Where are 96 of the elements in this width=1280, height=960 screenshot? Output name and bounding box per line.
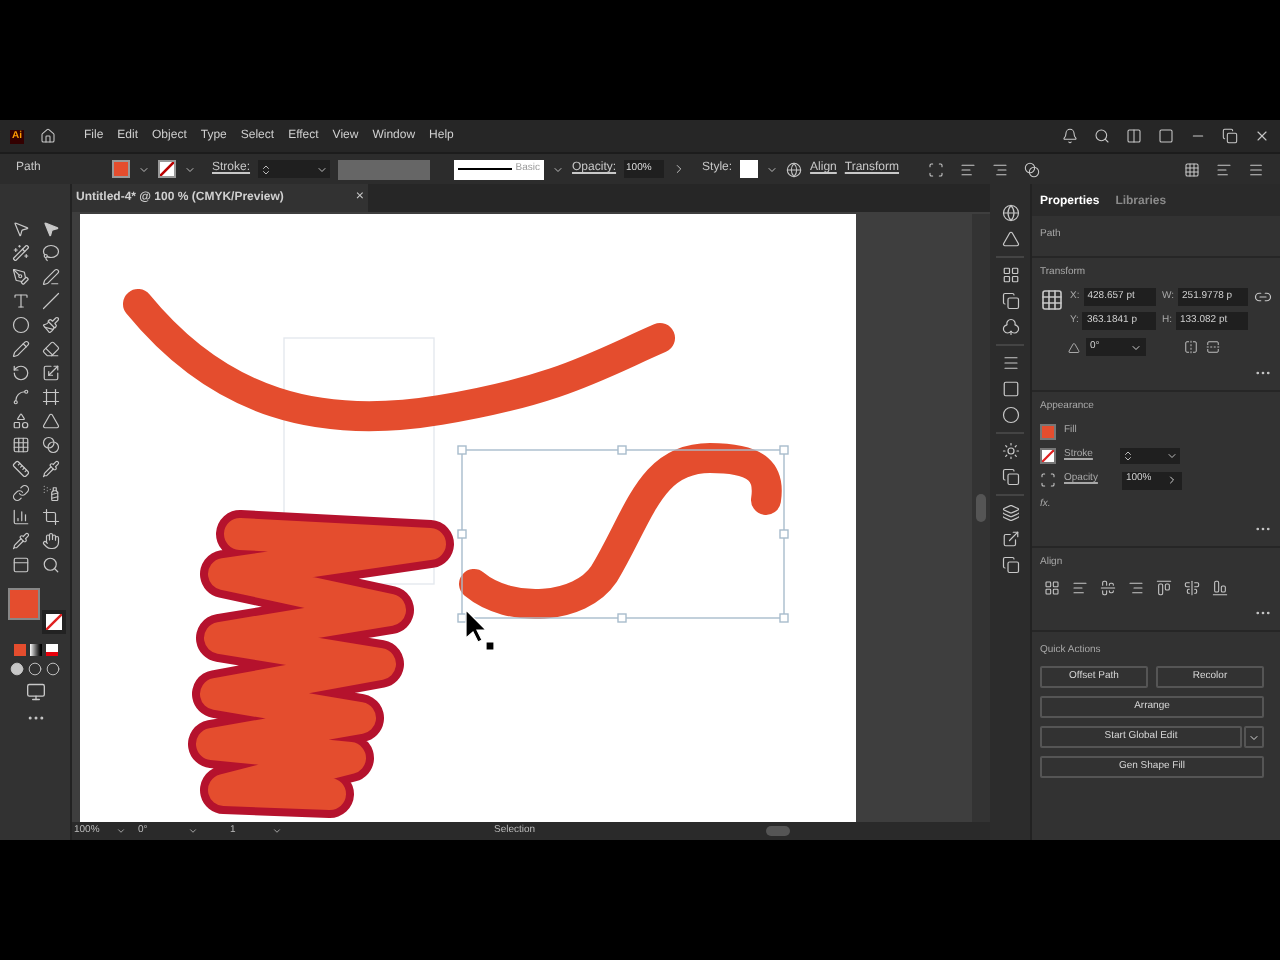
- stroke-weight-field[interactable]: [1120, 447, 1181, 463]
- layout-icon[interactable]: [1126, 128, 1142, 144]
- flip-vertical-icon[interactable]: [1206, 340, 1220, 354]
- triangle-icon[interactable]: [41, 412, 59, 430]
- arrange-icon[interactable]: [1216, 161, 1232, 177]
- pen-line-icon[interactable]: [41, 268, 59, 286]
- club-icon[interactable]: [1001, 318, 1019, 336]
- caret-icon: [272, 826, 282, 836]
- filled-pointer-icon[interactable]: [41, 220, 59, 238]
- blend-icon[interactable]: [41, 436, 59, 454]
- align-right-icon[interactable]: [1128, 579, 1144, 595]
- stroke-swatch[interactable]: [1040, 447, 1056, 463]
- sun-icon[interactable]: [1001, 442, 1019, 460]
- magic-wand-icon[interactable]: [11, 244, 29, 262]
- screen-mode-icon[interactable]: [25, 682, 45, 702]
- spline-icon[interactable]: [11, 388, 29, 406]
- reference-point-icon[interactable]: [1040, 288, 1064, 312]
- chevron-right-icon: [1165, 474, 1178, 486]
- search-icon[interactable]: [1094, 128, 1110, 144]
- fill-swatch[interactable]: [7, 588, 39, 620]
- horizontal-scrollbar[interactable]: [766, 826, 790, 836]
- globe-icon[interactable]: [1001, 204, 1019, 222]
- variable-width-field[interactable]: [338, 159, 431, 179]
- none-swatch[interactable]: [45, 644, 57, 656]
- chevron-right-icon[interactable]: [672, 162, 687, 176]
- pipette-icon[interactable]: [11, 532, 29, 550]
- angle-icon[interactable]: [1068, 341, 1080, 353]
- style-swatch[interactable]: [740, 160, 759, 178]
- flip-horizontal-icon[interactable]: [1184, 340, 1198, 354]
- align-middle-icon[interactable]: [1184, 579, 1200, 595]
- align-icon[interactable]: [959, 161, 976, 177]
- lasso-icon[interactable]: [41, 244, 59, 262]
- color-swatch[interactable]: [13, 644, 25, 656]
- caret-icon: [766, 163, 779, 175]
- grid-icon[interactable]: [1001, 266, 1019, 284]
- ruler-icon[interactable]: [11, 460, 29, 478]
- fill-swatch[interactable]: [1040, 423, 1056, 439]
- caret-icon: [116, 826, 126, 836]
- caret-icon: [316, 163, 329, 175]
- bell-icon[interactable]: [1062, 128, 1078, 144]
- distribute-icon[interactable]: [991, 161, 1008, 177]
- stroke-weight-field[interactable]: [258, 160, 331, 178]
- align-left-icon[interactable]: [1072, 579, 1088, 595]
- globe-icon[interactable]: [786, 161, 803, 177]
- align-bottom-icon[interactable]: [1212, 579, 1228, 595]
- hand-icon[interactable]: [41, 532, 59, 550]
- caret-icon: [188, 826, 198, 836]
- grid-icon[interactable]: [1184, 161, 1200, 177]
- lines-icon[interactable]: [1001, 354, 1019, 372]
- circles-icon[interactable]: [1001, 406, 1019, 424]
- pencil-icon[interactable]: [11, 340, 29, 358]
- eraser-icon[interactable]: [41, 340, 59, 358]
- shapes-icon[interactable]: [11, 412, 29, 430]
- gradient-swatch[interactable]: [29, 644, 41, 656]
- crop-icon[interactable]: [41, 508, 59, 526]
- copy-icon[interactable]: [1001, 556, 1019, 574]
- export-icon[interactable]: [1001, 530, 1019, 548]
- grid-icon[interactable]: [11, 436, 29, 454]
- caret-icon: [552, 163, 565, 175]
- fill-swatch[interactable]: [112, 160, 130, 178]
- restore-icon[interactable]: [1222, 128, 1238, 144]
- square-icon[interactable]: [1001, 380, 1019, 398]
- caret-icon: [1130, 341, 1142, 353]
- home-icon[interactable]: [40, 128, 56, 144]
- align-top-icon[interactable]: [1156, 579, 1172, 595]
- search-icon[interactable]: [41, 556, 59, 574]
- ellipse-icon[interactable]: [11, 316, 29, 334]
- pen-icon[interactable]: [11, 268, 29, 286]
- mouse-cursor-icon: [465, 608, 495, 651]
- eyedropper-icon[interactable]: [41, 460, 59, 478]
- caret-icon: [138, 163, 150, 175]
- scale-icon[interactable]: [41, 364, 59, 382]
- copy-icon[interactable]: [1001, 292, 1019, 310]
- stroke-swatch[interactable]: [158, 160, 176, 178]
- link-icon[interactable]: [1254, 288, 1272, 306]
- caret-icon: [1248, 731, 1260, 743]
- stroke-swatch[interactable]: [41, 610, 65, 634]
- pointer-arrow-icon[interactable]: [11, 220, 29, 238]
- line-icon[interactable]: [41, 292, 59, 310]
- caret-icon: [184, 163, 196, 175]
- vertical-scrollbar[interactable]: [972, 214, 990, 822]
- dropdown-button[interactable]: [1244, 726, 1264, 748]
- triangle-icon[interactable]: [1001, 230, 1019, 248]
- menu-icon[interactable]: [1248, 161, 1264, 177]
- frame-icon[interactable]: [41, 388, 59, 406]
- close-icon[interactable]: [1254, 128, 1270, 144]
- paintbrush-icon[interactable]: [41, 316, 59, 334]
- chain-icon[interactable]: [11, 484, 29, 502]
- align-to-icon[interactable]: [1044, 579, 1060, 595]
- copy-icon[interactable]: [1001, 468, 1019, 486]
- caret-icon: [1166, 449, 1179, 461]
- rotate-icon[interactable]: [11, 364, 29, 382]
- layers-icon[interactable]: [1001, 504, 1019, 522]
- bar-chart-icon[interactable]: [11, 508, 29, 526]
- align-center-icon[interactable]: [1100, 579, 1116, 595]
- text-icon[interactable]: [11, 292, 29, 310]
